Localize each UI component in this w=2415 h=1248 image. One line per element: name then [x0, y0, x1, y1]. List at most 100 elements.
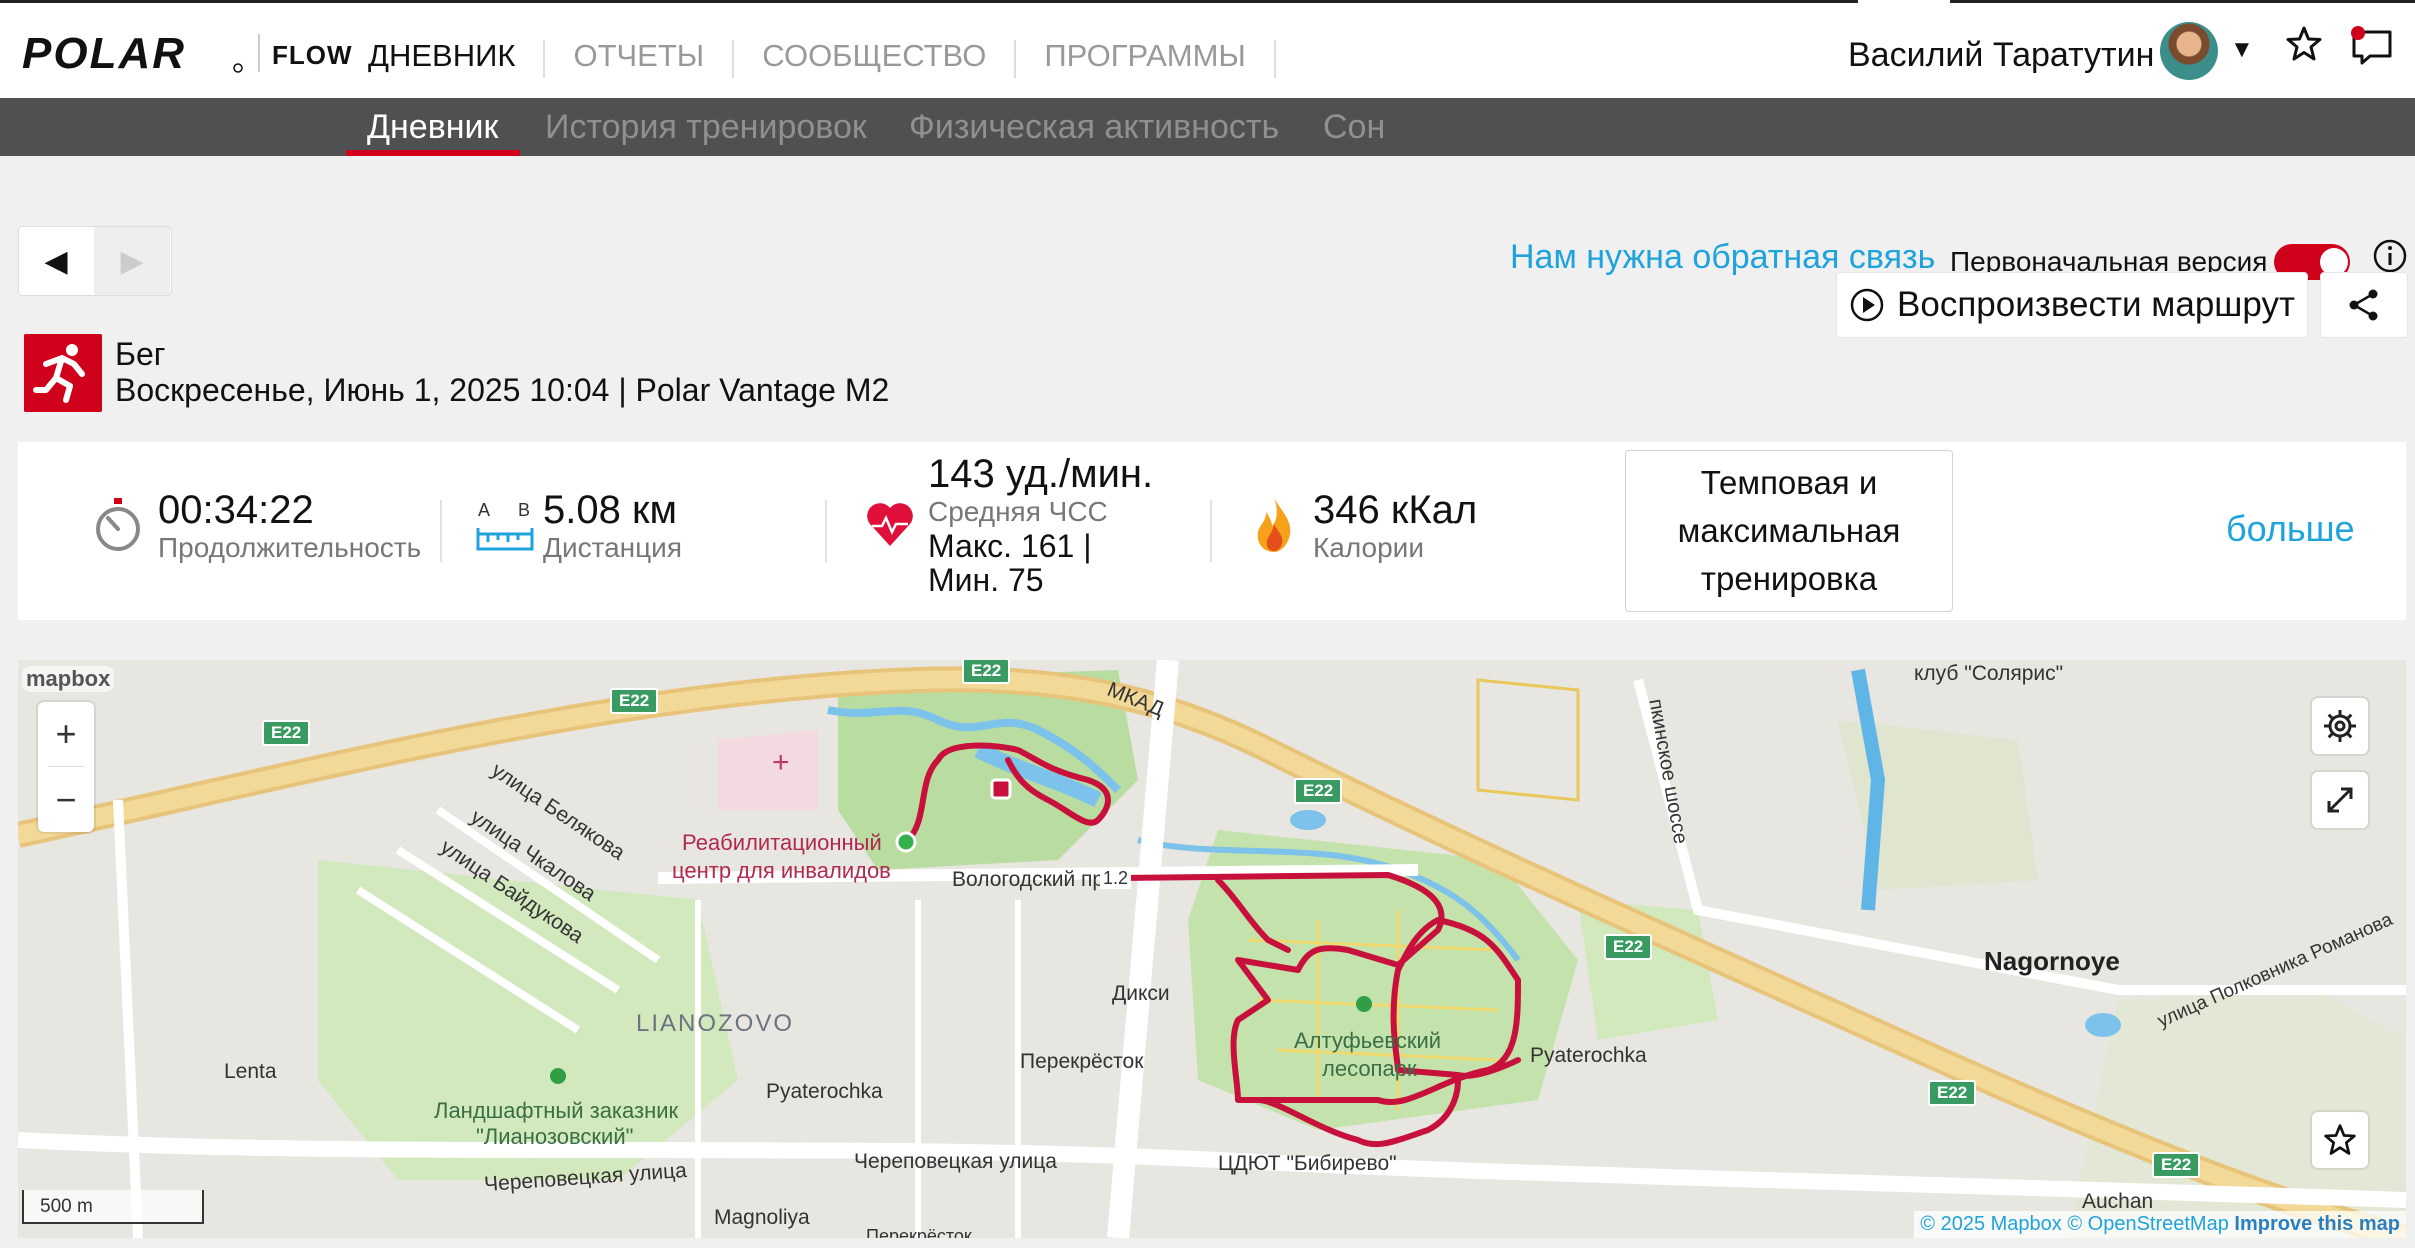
road-shield: E22 — [1928, 1080, 1977, 1106]
road-shield: E22 — [962, 660, 1011, 684]
map-label: ЦДЮТ "Бибирево" — [1218, 1152, 1397, 1175]
chevron-down-icon[interactable]: ▼ — [2230, 36, 2254, 64]
top-border-right — [1950, 0, 2415, 3]
next-arrow-icon[interactable]: ▶ — [94, 227, 170, 295]
zoom-in-icon[interactable]: + — [38, 702, 94, 766]
gear-icon — [2324, 710, 2356, 742]
distance-icon-b: B — [518, 500, 531, 520]
map-settings-button[interactable] — [2312, 698, 2368, 754]
mapbox-attribution[interactable]: © 2025 Mapbox — [1920, 1213, 2062, 1235]
map-label: LIANOZOVO — [636, 1010, 795, 1037]
replay-route-label: Воспроизвести маршрут — [1897, 285, 2295, 324]
map-label: Ландшафтный заказник — [434, 1098, 679, 1123]
training-benefit-button[interactable]: Темповая и максимальная тренировка — [1625, 450, 1953, 612]
fullscreen-button[interactable] — [2312, 772, 2368, 828]
notification-dot — [2351, 26, 2365, 40]
calories-label: Калории — [1313, 532, 1424, 563]
running-icon — [24, 334, 102, 412]
session-subtitle: Воскресенье, Июнь 1, 2025 10:04 | Polar … — [115, 372, 890, 408]
subnav-active-indicator — [346, 150, 520, 156]
map-label: Pyaterochka — [1530, 1044, 1647, 1067]
road-shield: E22 — [1294, 778, 1343, 804]
road-shield: E22 — [262, 720, 311, 746]
prev-arrow-icon[interactable]: ◀ — [19, 227, 93, 295]
main-nav: ДНЕВНИК ОТЧЕТЫ СООБЩЕСТВО ПРОГРАММЫ — [340, 30, 1276, 104]
nav-community[interactable]: СООБЩЕСТВО — [734, 30, 1014, 96]
heart-rate-max: Макс. 161 | — [928, 528, 1092, 564]
share-icon — [2349, 289, 2378, 321]
user-name[interactable]: Василий Таратутин — [1848, 36, 2154, 75]
subnav-training-history[interactable]: История тренировок — [545, 108, 867, 147]
logo-separator — [258, 34, 260, 72]
stopwatch-icon — [96, 498, 140, 551]
zoom-controls: + − — [38, 702, 94, 832]
heart-rate-label: Средняя ЧСС — [928, 496, 1108, 527]
training-benefit-label: Темповая и максимальная тренировка — [1677, 464, 1901, 597]
distance-value: 5.08 км — [543, 488, 677, 532]
distance-icon-a: A — [478, 500, 491, 520]
km-marker: 1.2 — [1100, 868, 1132, 889]
ruler-icon — [476, 528, 534, 551]
stats-panel — [18, 442, 2406, 620]
avatar[interactable] — [2160, 22, 2218, 80]
map-label: Перекрёсток — [1020, 1050, 1144, 1073]
nav-programs[interactable]: ПРОГРАММЫ — [1016, 30, 1274, 96]
map-label: центр для инвалидов — [672, 858, 891, 883]
more-link[interactable]: больше — [2226, 508, 2355, 550]
map-label: Дикси — [1112, 982, 1170, 1005]
nav-reports[interactable]: ОТЧЕТЫ — [545, 30, 732, 96]
map-label: Перекрёсток — [866, 1226, 972, 1238]
map-label: Реабилитационный — [682, 830, 882, 855]
zoom-divider — [48, 766, 84, 767]
road-shield: E22 — [1604, 934, 1653, 960]
expand-icon — [2327, 787, 2353, 813]
map-scale: 500 m — [22, 1190, 204, 1224]
star-icon[interactable] — [2284, 24, 2324, 64]
map-favorite-button[interactable] — [2312, 1112, 2368, 1168]
road-shield: E22 — [2152, 1152, 2201, 1178]
map-attribution: © 2025 Mapbox © OpenStreetMap Improve th… — [1914, 1211, 2406, 1238]
map-label: лесопарк — [1322, 1056, 1417, 1081]
play-icon — [1850, 288, 1884, 322]
nav-divider — [1273, 40, 1276, 78]
top-border — [0, 0, 1858, 3]
map-label: Вологодский пр — [952, 868, 1105, 891]
subnav-activity[interactable]: Физическая активность — [909, 108, 1279, 147]
mapbox-logo[interactable]: mapbox — [22, 666, 115, 692]
nav-diary[interactable]: ДНЕВНИК — [340, 30, 543, 104]
subnav-diary[interactable]: Дневник — [367, 108, 498, 147]
svg-text:POLAR: POLAR — [22, 30, 186, 76]
stat-divider — [825, 500, 827, 562]
sport-name: Бег — [115, 336, 166, 372]
map-label: Алтуфьевский — [1294, 1028, 1442, 1053]
flame-icon — [1257, 498, 1291, 552]
map-label: "Лианозовский" — [476, 1124, 634, 1149]
map-label: Pyaterochka — [766, 1080, 883, 1103]
subnav-sleep[interactable]: Сон — [1323, 108, 1385, 147]
replay-route-button[interactable]: Воспроизвести маршрут — [1836, 272, 2308, 338]
zoom-out-icon[interactable]: − — [38, 768, 94, 832]
improve-map-link[interactable]: Improve this map — [2234, 1213, 2400, 1235]
heart-rate-value: 143 уд./мин. — [928, 452, 1154, 496]
stat-divider — [1210, 500, 1212, 562]
distance-label: Дистанция — [543, 532, 682, 563]
osm-attribution[interactable]: © OpenStreetMap — [2067, 1213, 2228, 1235]
svg-text:+: + — [772, 746, 790, 779]
map-label: Magnoliya — [714, 1206, 810, 1229]
heart-icon — [867, 503, 913, 546]
info-icon[interactable] — [2372, 238, 2408, 274]
map-label: Череповецкая улица — [854, 1150, 1057, 1173]
heart-rate-min: Мин. 75 — [928, 562, 1044, 598]
route-map[interactable]: + E22 E22 E22 E22 E22 E22 E22 клуб "Соля… — [18, 660, 2406, 1238]
map-label: клуб "Солярис" — [1914, 662, 2064, 685]
duration-label: Продолжительность — [158, 532, 422, 563]
polar-logo[interactable]: POLAR — [22, 30, 244, 76]
map-label: Lenta — [224, 1060, 277, 1083]
calories-value: 346 кКал — [1313, 488, 1478, 532]
duration-value: 00:34:22 — [158, 488, 314, 532]
share-button[interactable] — [2320, 272, 2408, 338]
stat-divider — [440, 500, 442, 562]
map-label: Nagornoye — [1984, 946, 2120, 976]
road-shield: E22 — [610, 688, 659, 714]
session-pager: ◀ ▶ — [18, 226, 172, 296]
